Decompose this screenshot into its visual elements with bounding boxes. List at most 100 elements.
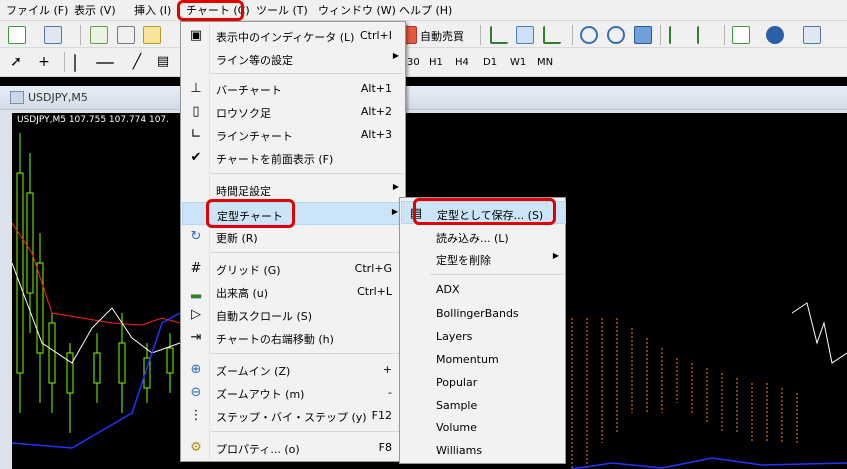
template-item-bollinger[interactable]: BollingerBands [401,302,566,325]
menu-item-label: ズームアウト (m) [216,388,305,401]
timeframe-d1[interactable]: D1 [483,57,497,68]
chart-window-title: USDJPY,M5 [28,91,88,104]
menu-item-shortcut: - [388,386,392,399]
submenu-arrow-icon: ▶ [552,251,559,260]
menu-item-label: Layers [436,330,473,343]
menu-item-candlesticks[interactable]: ▯ ロウソク足 Alt+2 [182,100,406,123]
menu-item-line-chart[interactable]: ∟ ラインチャート Alt+3 [182,123,406,146]
template-item-layers[interactable]: Layers [401,325,566,348]
menu-item-label: ADX [436,283,460,296]
menu-item-zoom-out[interactable]: ⊖ ズームアウト (m) - [182,381,406,404]
menu-item-shortcut: Ctrl+I [359,29,392,42]
chart-dropdown-menu: ▣ 表示中のインディケータ (L) Ctrl+I ライン等の設定 ▶ ⊥ バーチ… [180,21,406,462]
toolbar-separator [572,25,573,45]
zoom-in-icon[interactable] [580,26,598,44]
chart-window-titlebar[interactable]: USDJPY,M5 [0,86,847,110]
vertical-line-icon[interactable] [74,54,76,72]
menu-view[interactable]: 表示 (V) [74,3,116,19]
menu-item-zoom-in[interactable]: ⊕ ズームイン (Z) + [182,358,406,381]
navigator-icon[interactable] [143,26,161,44]
menu-window[interactable]: ウィンドウ (W) [318,3,396,19]
menu-item-shortcut: Alt+2 [360,105,392,118]
new-chart-icon[interactable] [8,26,26,44]
market-watch-icon[interactable] [90,26,108,44]
menu-item-label: 時間足設定 [216,185,271,198]
indicators-icon[interactable] [732,26,750,44]
volumes-icon: ▂ [191,284,201,299]
template-submenu: ▤ 定型として保存... (S) 読み込み... (L) 定型を削除 ▶ ADX… [399,197,566,464]
template-item-popular[interactable]: Popular [401,371,566,394]
timeframe-m30[interactable]: 30 [407,57,420,68]
menu-item-auto-scroll[interactable]: ▷ 自動スクロール (S) [182,303,406,326]
zoom-in-icon: ⊕ [190,362,202,377]
menu-separator [211,431,403,432]
menu-item-load-template[interactable]: 読み込み... (L) [401,225,566,248]
menu-item-save-template[interactable]: ▤ 定型として保存... (S) [401,201,566,224]
timeframe-h1[interactable]: H1 [429,57,443,68]
menu-item-shortcut: + [382,363,392,376]
periods-icon[interactable] [766,26,784,44]
menu-item-label: チャートを前面表示 (F) [216,153,334,166]
bar-chart-icon[interactable] [490,26,508,44]
menu-item-template[interactable]: 定型チャート ▶ [182,202,406,225]
toolbar-separator [660,25,661,45]
chart-window-icon [10,91,24,104]
template-item-sample[interactable]: Sample [401,394,566,417]
menu-item-label: Volume [436,421,477,434]
toolbar-separator [480,25,481,45]
menu-item-bar-chart[interactable]: ⊥ バーチャート Alt+1 [182,77,406,100]
menu-file[interactable]: ファイル (F) [6,3,68,19]
menu-item-foreground[interactable]: ✔ チャートを前面表示 (F) [182,146,406,169]
auto-scroll-icon: ▷ [191,307,201,322]
menu-item-label: 定型を削除 [436,254,491,267]
template-item-momentum[interactable]: Momentum [401,348,566,371]
menu-item-grid[interactable]: # グリッド (G) Ctrl+G [182,257,406,280]
menu-help[interactable]: ヘルプ (H) [399,3,452,19]
chart-shift-icon[interactable] [697,26,715,44]
menu-item-indicators-list[interactable]: ▣ 表示中のインディケータ (L) Ctrl+I [182,24,406,47]
horizontal-line-icon[interactable] [96,62,114,64]
tile-windows-icon[interactable] [634,26,652,44]
menu-tools[interactable]: ツール (T) [256,3,308,19]
trendline-icon[interactable]: ╱ [128,54,146,72]
menu-item-shortcut: F12 [371,409,392,422]
template-item-volume[interactable]: Volume [401,416,566,439]
candlestick-icon[interactable] [516,26,534,44]
menu-item-shortcut: Ctrl+G [354,262,392,275]
menu-chart[interactable]: チャート (C) [186,3,250,19]
menu-item-remove-template[interactable]: 定型を削除 ▶ [401,247,566,270]
menu-item-label: Momentum [436,353,499,366]
auto-scroll-icon[interactable] [669,26,687,44]
menu-item-step-by-step[interactable]: ⋮ ステップ・バイ・ステップ (y) F12 [182,404,406,427]
menu-separator [211,353,403,354]
line-chart-icon[interactable] [543,26,561,44]
menu-item-shortcut: F8 [378,441,392,454]
channel-icon[interactable]: ▤ [154,54,172,72]
menu-item-label: プロパティ... (o) [216,443,300,456]
menu-item-properties[interactable]: ⚙ プロパティ... (o) F8 [182,436,406,459]
menu-item-refresh[interactable]: ↻ 更新 (R) [182,225,406,248]
menu-item-label: 自動スクロール (S) [216,310,313,323]
menu-insert[interactable]: 挿入 (I) [134,3,171,19]
timeframe-w1[interactable]: W1 [510,57,526,68]
menu-item-label: 定型として保存... (S) [437,209,544,222]
timeframe-mn[interactable]: MN [537,57,553,68]
template-item-adx[interactable]: ADX [401,278,566,301]
checkmark-icon: ✔ [190,150,202,165]
profiles-icon[interactable] [44,26,62,44]
menu-item-label: 読み込み... (L) [436,232,509,245]
templates-icon[interactable] [803,26,821,44]
menu-item-volumes[interactable]: ▂ 出来高 (u) Ctrl+L [182,280,406,303]
step-icon: ⋮ [189,408,203,423]
menu-item-label: Sample [436,399,478,412]
timeframe-h4[interactable]: H4 [455,57,469,68]
menu-item-objects[interactable]: ライン等の設定 ▶ [182,47,406,70]
crosshair-data-icon[interactable] [117,26,135,44]
crosshair-icon[interactable]: + [35,54,53,72]
template-item-williams[interactable]: Williams [401,439,566,462]
menu-item-chart-shift[interactable]: ⇥ チャートの右端移動 (h) [182,326,406,349]
auto-trading-button[interactable]: 自動売買 [420,28,464,44]
menu-item-periodicity[interactable]: 時間足設定 ▶ [182,178,406,201]
cursor-icon[interactable]: ➚ [7,54,25,72]
zoom-out-icon[interactable] [607,26,625,44]
